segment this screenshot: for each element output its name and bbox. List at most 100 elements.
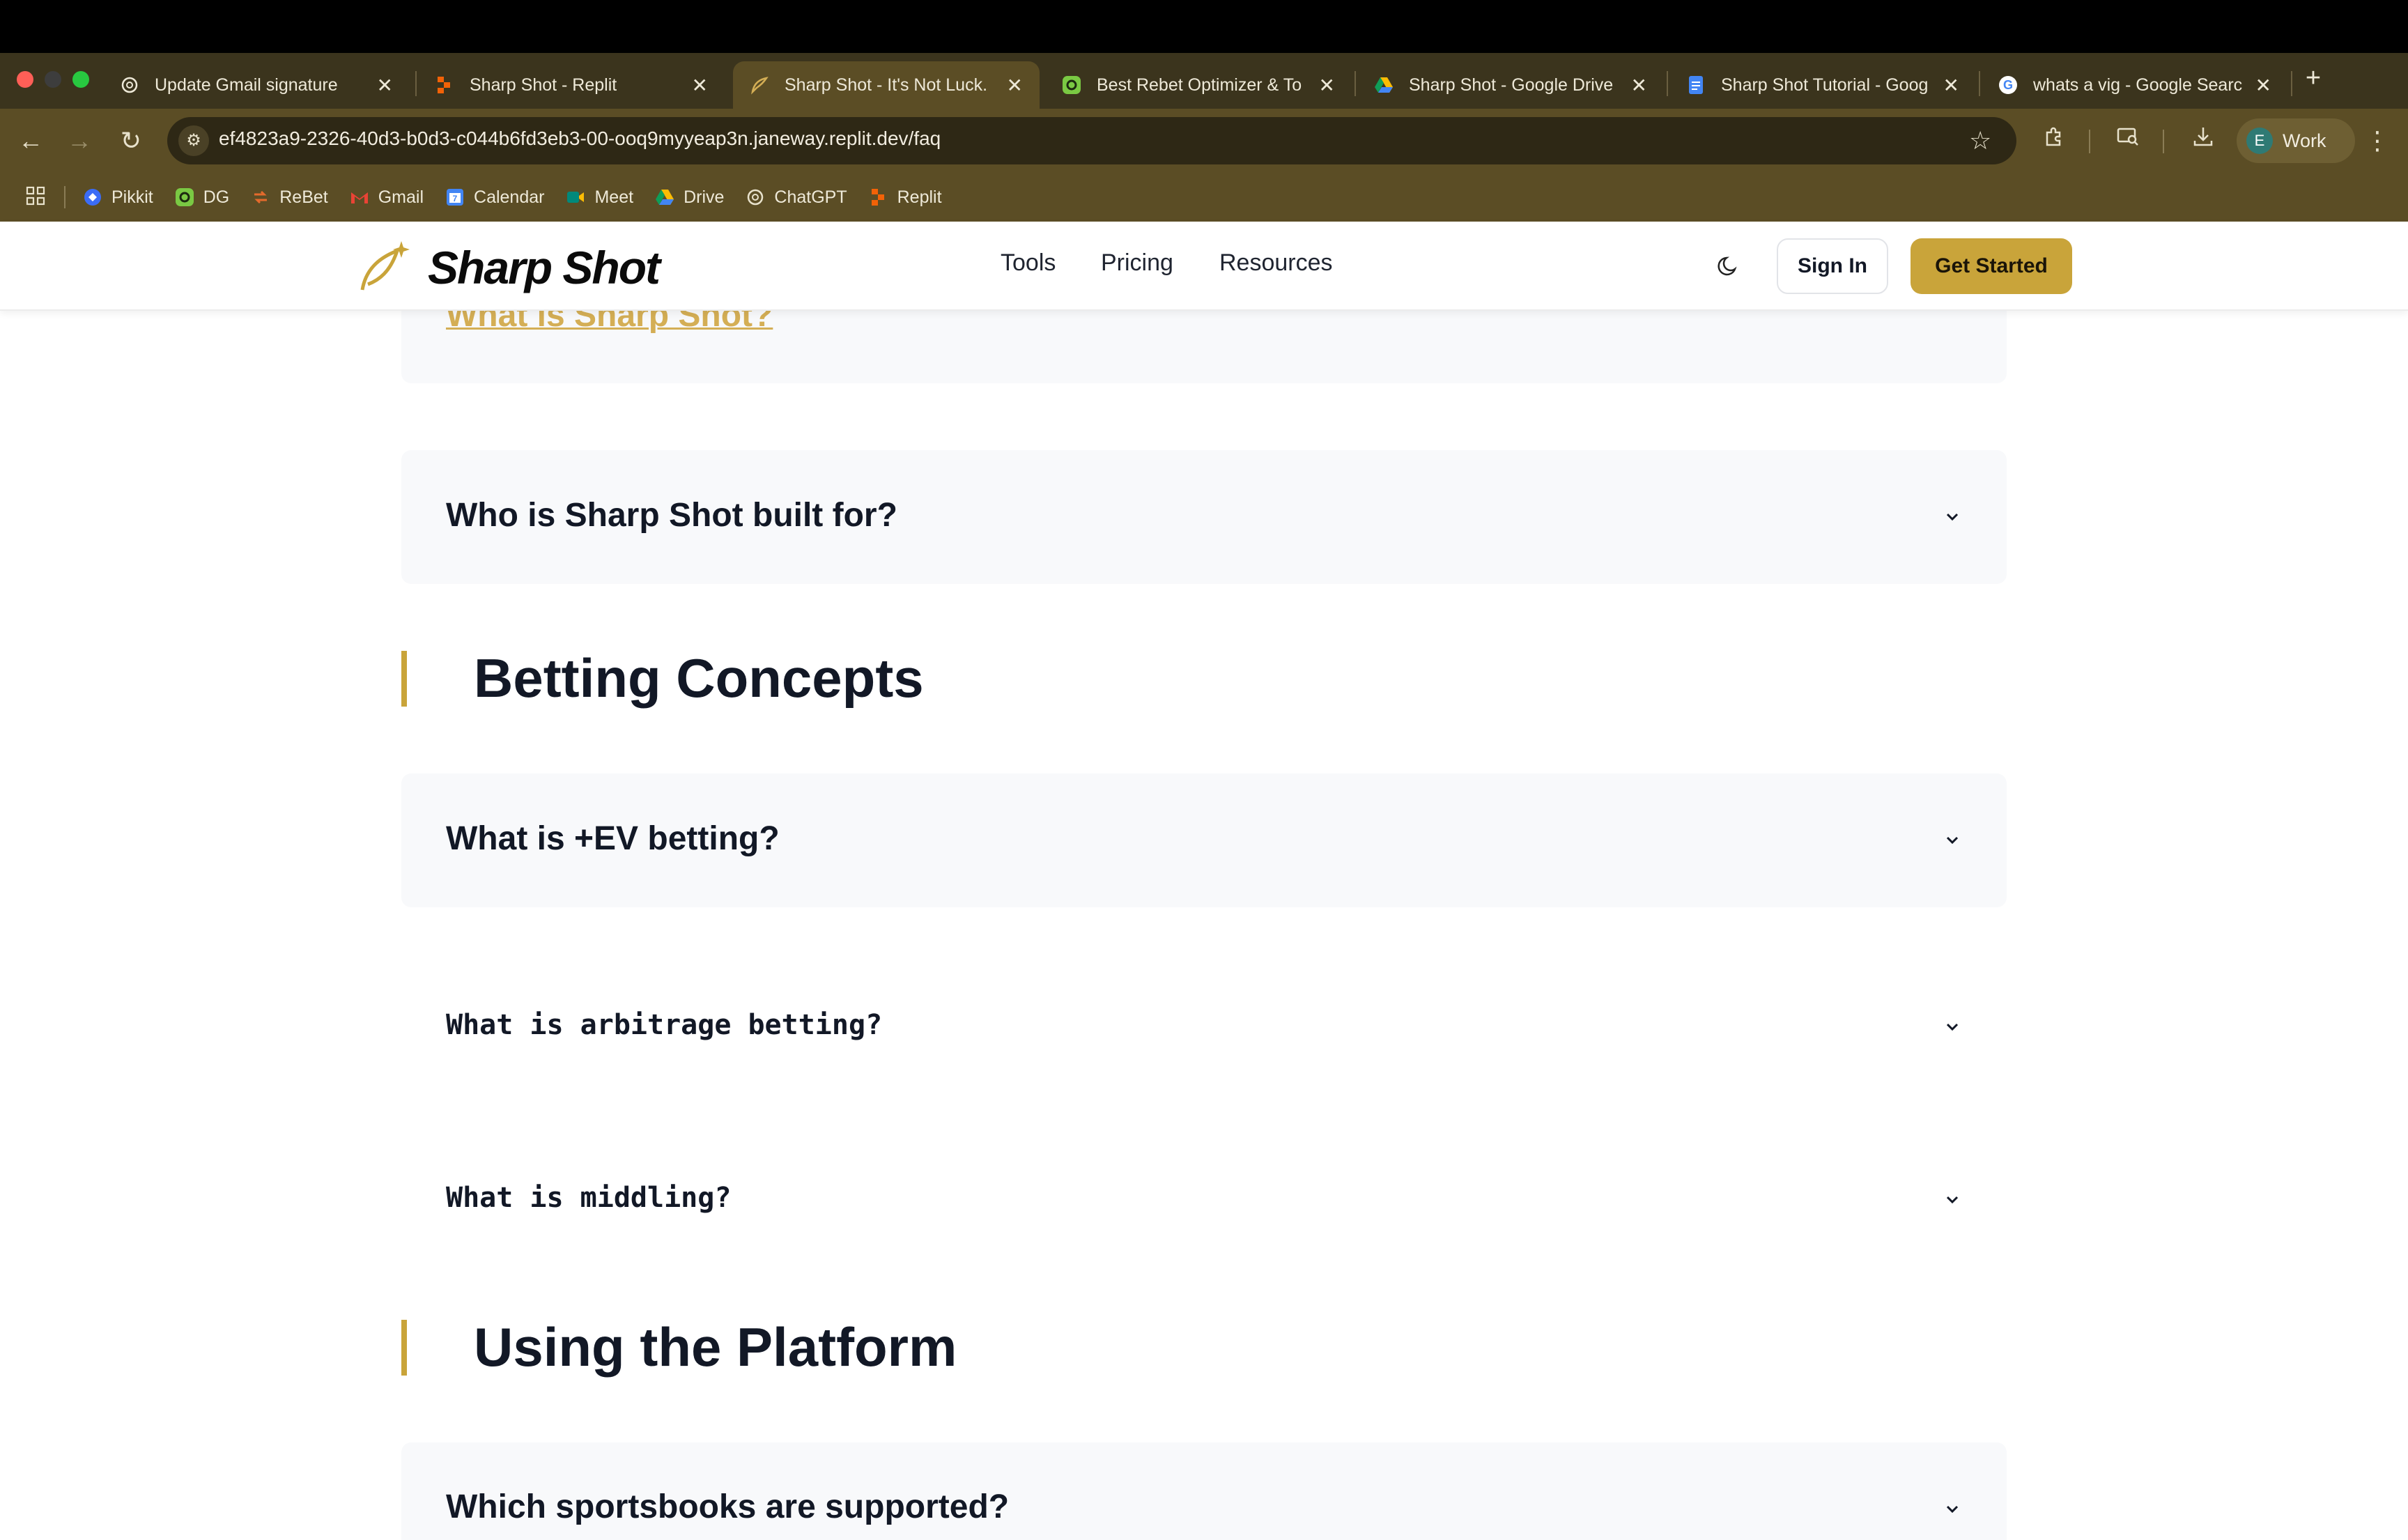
bookmark-rebet[interactable]: ReBet [250,187,328,208]
dg-icon [1062,75,1081,95]
tab-update-gmail-signature[interactable]: Update Gmail signature ✕ [103,61,410,109]
section-title: Using the Platform [474,1316,957,1378]
gmail-icon [349,187,370,208]
bookmark-label: ReBet [279,187,328,207]
bookmark-label: Gmail [378,187,424,207]
extensions-icon[interactable] [2037,124,2071,157]
bookmark-drive[interactable]: Drive [654,187,724,208]
url-text[interactable]: ef4823a9-2326-40d3-b0d3-c044b6fd3eb3-00-… [219,128,941,150]
section-title: Betting Concepts [474,647,924,709]
reload-button[interactable]: ↻ [114,124,148,157]
nav-link-pricing[interactable]: Pricing [1101,249,1173,277]
bookmark-replit[interactable]: Replit [868,187,942,208]
back-button[interactable]: ← [14,124,47,157]
close-window-button[interactable] [17,71,33,88]
faq-question[interactable]: Who is Sharp Shot built for? [446,496,897,534]
faq-question[interactable]: What is middling? [446,1182,731,1214]
cast-search-icon[interactable] [2111,124,2145,157]
chevron-down-icon[interactable] [1940,1187,1965,1212]
tab-whats-a-vig[interactable]: G whats a vig - Google Searc ✕ [1982,61,2288,109]
tab-sharp-shot-tutorial[interactable]: Sharp Shot Tutorial - Goog ✕ [1669,61,1976,109]
download-icon[interactable] [2186,124,2220,157]
replit-icon [868,187,889,208]
close-icon[interactable]: ✕ [1319,74,1335,97]
tab-title: Sharp Shot - Google Drive [1409,75,1614,95]
close-icon[interactable]: ✕ [2255,74,2271,97]
dg-icon [174,187,195,208]
google-icon: G [1998,75,2018,95]
bookmark-label: DG [203,187,230,207]
docs-icon [1686,75,1706,95]
get-started-button[interactable]: Get Started [1911,238,2072,294]
tab-separator [1979,71,1980,96]
pikkit-icon [82,187,103,208]
tab-title: Sharp Shot - Replit [470,75,617,95]
sharpshot-icon [750,75,769,95]
apps-grid-icon[interactable] [25,185,49,209]
tab-title: Best Rebet Optimizer & To [1097,75,1302,95]
close-icon[interactable]: ✕ [1631,74,1647,97]
bookmarks-divider [64,186,65,208]
moon-icon[interactable] [1714,249,1745,280]
openai-icon [120,75,139,95]
drive-icon [654,187,675,208]
tab-sharp-shot-active[interactable]: Sharp Shot - It's Not Luck. ✕ [733,61,1040,109]
close-icon[interactable]: ✕ [377,74,393,97]
title-bar [0,0,2408,53]
new-tab-button[interactable]: + [2299,64,2327,92]
profile-chip[interactable]: E Work [2237,118,2355,163]
profile-label: Work [2283,130,2326,151]
close-icon[interactable]: ✕ [1943,74,1959,97]
rebet-icon [250,187,271,208]
bookmark-pikkit[interactable]: Pikkit [82,187,153,208]
tab-title: whats a vig - Google Searc [2033,75,2243,95]
close-icon[interactable]: ✕ [1007,74,1023,97]
avatar: E [2246,128,2273,154]
tab-best-rebet-optimizer[interactable]: Best Rebet Optimizer & To ✕ [1045,61,1352,109]
bookmark-meet[interactable]: Meet [565,187,633,208]
close-icon[interactable]: ✕ [692,74,708,97]
chevron-down-icon[interactable] [1940,505,1965,530]
bookmarks-bar: Pikkit DG ReBet Gmail 7 Calendar Meet Dr… [0,173,2408,222]
bookmark-label: Calendar [474,187,545,207]
nav-link-tools[interactable]: Tools [1001,249,1056,277]
bookmark-dg[interactable]: DG [174,187,230,208]
tab-separator [1354,71,1356,96]
chevron-down-icon[interactable] [1940,1015,1965,1040]
tab-title: Sharp Shot - It's Not Luck. [785,75,988,95]
nav-link-resources[interactable]: Resources [1219,249,1333,277]
forward-button[interactable]: → [63,124,96,157]
calendar-icon: 7 [445,187,465,208]
faq-question[interactable]: What is +EV betting? [446,819,780,858]
brand-name[interactable]: Sharp Shot [428,241,661,294]
bookmark-label: Pikkit [111,187,153,207]
bookmark-label: ChatGPT [774,187,847,207]
tab-separator [415,71,417,96]
bookmark-label: Drive [684,187,725,207]
section-accent-bar [401,651,407,707]
bookmark-chatgpt[interactable]: ChatGPT [745,187,847,208]
bookmark-gmail[interactable]: Gmail [349,187,424,208]
openai-icon [745,187,766,208]
chevron-down-icon[interactable] [1940,828,1965,853]
site-settings-icon[interactable]: ⚙ [178,125,209,156]
chevron-down-icon[interactable] [1940,1497,1965,1522]
tab-title: Sharp Shot Tutorial - Goog [1721,75,1929,95]
faq-question[interactable]: Which sportsbooks are supported? [446,1488,1009,1526]
drive-icon [1374,75,1394,95]
faq-question[interactable]: What is arbitrage betting? [446,1009,882,1041]
toolbar-separator [2089,130,2090,153]
tab-sharp-shot-replit[interactable]: Sharp Shot - Replit ✕ [418,61,725,109]
maximize-window-button[interactable] [72,71,89,88]
more-menu-icon[interactable]: ⋮ [2363,124,2391,157]
toolbar-separator [2163,130,2164,153]
tab-separator [1667,71,1668,96]
tab-sharp-shot-google-drive[interactable]: Sharp Shot - Google Drive ✕ [1357,61,1664,109]
bookmark-star-icon[interactable]: ☆ [1969,124,1991,157]
minimize-window-button[interactable] [45,71,61,88]
bookmark-calendar[interactable]: 7 Calendar [445,187,544,208]
sharpshot-logo-icon[interactable] [358,238,414,294]
replit-icon [435,75,454,95]
svg-text:G: G [2003,78,2013,92]
sign-in-button[interactable]: Sign In [1777,238,1888,294]
